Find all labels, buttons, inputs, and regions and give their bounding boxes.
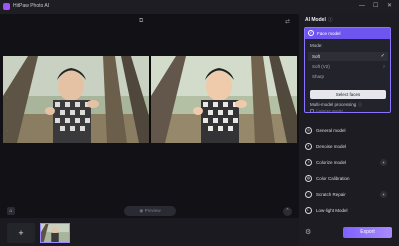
settings-icon[interactable]: ⚙ — [305, 228, 311, 236]
mode-label: Mode: — [310, 43, 323, 48]
zoom-out-icon[interactable]: ◦ — [7, 128, 8, 133]
face-model-card: ✓ Face model Mode: Soft ✓ Soft (V2) ? Sh… — [304, 27, 391, 113]
image-thumbnail[interactable] — [40, 223, 70, 243]
add-image-button[interactable]: + — [7, 223, 35, 243]
preview-label: Preview — [144, 208, 161, 213]
panel-title: AI Model — [305, 17, 326, 23]
split-view-icon[interactable]: ⇄ — [285, 18, 290, 25]
zoom-in-icon[interactable]: ◦ — [7, 94, 8, 99]
multi-model-info-icon[interactable]: ⓘ — [358, 102, 362, 108]
face-model-label: Face model — [317, 31, 341, 36]
premium-badge-icon: ✦ — [380, 159, 387, 166]
thumbnail-strip: + — [0, 218, 299, 246]
low-light-model-icon: ☾ — [305, 207, 312, 214]
mode-option-sharp[interactable]: Sharp — [308, 72, 388, 81]
original-image-pane — [3, 56, 149, 143]
premium-badge-icon: ✦ — [380, 191, 387, 198]
model-item-low-light[interactable]: ☾ Low-light Model — [305, 205, 391, 217]
checkmark-icon: ✓ — [380, 53, 385, 59]
info-icon[interactable]: ⓘ — [328, 17, 333, 23]
image-canvas[interactable] — [3, 56, 297, 143]
colorize-model-checkbox[interactable]: Colorize model — [310, 108, 343, 112]
compare-view-icon[interactable]: ⧉ — [139, 18, 143, 25]
model-item-scratch-repair[interactable]: ◌ Scratch Repair ✦ — [305, 189, 391, 201]
model-item-color-calibration[interactable]: ◍ Color Calibration — [305, 173, 391, 185]
home-icon[interactable]: ⌂ — [7, 207, 15, 215]
mode-option-soft-v2[interactable]: Soft (V2) ? — [308, 62, 388, 71]
checkbox-icon — [310, 109, 314, 112]
minimize-icon[interactable]: — — [359, 2, 365, 10]
face-model-header[interactable]: ✓ Face model — [305, 28, 390, 39]
model-item-denoise[interactable]: ◐ Denoise model — [305, 141, 391, 153]
model-item-colorize[interactable]: ◑ Colorize model ✦ — [305, 157, 391, 169]
close-icon[interactable]: ✕ — [387, 2, 392, 10]
general-model-icon: ◎ — [305, 127, 312, 134]
enhanced-photo — [151, 56, 297, 143]
maximize-icon[interactable]: ☐ — [373, 2, 378, 10]
workspace: ⧉ ⇄ ◦ ◦ ⌂ ◉ Preview ⌃ + — [0, 14, 299, 246]
color-calibration-icon: ◍ — [305, 175, 312, 182]
colorize-model-icon: ◑ — [305, 159, 312, 166]
app-title: HitPaw Photo AI — [13, 3, 50, 9]
title-bar: HitPaw Photo AI — ☐ ✕ — [0, 0, 399, 14]
scratch-repair-icon: ◌ — [305, 191, 312, 198]
app-logo — [3, 3, 10, 10]
ai-model-panel: AI Model ⓘ ✓ Face model Mode: Soft ✓ Sof… — [299, 14, 399, 246]
collapse-thumbnails-icon[interactable]: ⌃ — [283, 207, 292, 216]
enhanced-image-pane — [151, 56, 297, 143]
help-icon[interactable]: ? — [383, 62, 385, 71]
bottom-bar: ⌂ ◉ Preview ⌃ — [0, 204, 299, 218]
preview-button[interactable]: ◉ Preview — [124, 206, 176, 216]
preview-icon: ◉ — [139, 208, 144, 213]
mode-option-soft[interactable]: Soft ✓ — [308, 52, 388, 61]
export-button[interactable]: Export — [343, 227, 392, 238]
denoise-model-icon: ◐ — [305, 143, 312, 150]
multi-model-label: Multi-model processing — [310, 102, 357, 107]
face-model-icon: ✓ — [308, 30, 314, 36]
original-photo — [3, 56, 149, 143]
model-item-general[interactable]: ◎ General model — [305, 125, 391, 137]
view-toolbar: ⧉ ⇄ — [0, 14, 299, 56]
select-faces-button[interactable]: Select faces — [310, 90, 386, 99]
